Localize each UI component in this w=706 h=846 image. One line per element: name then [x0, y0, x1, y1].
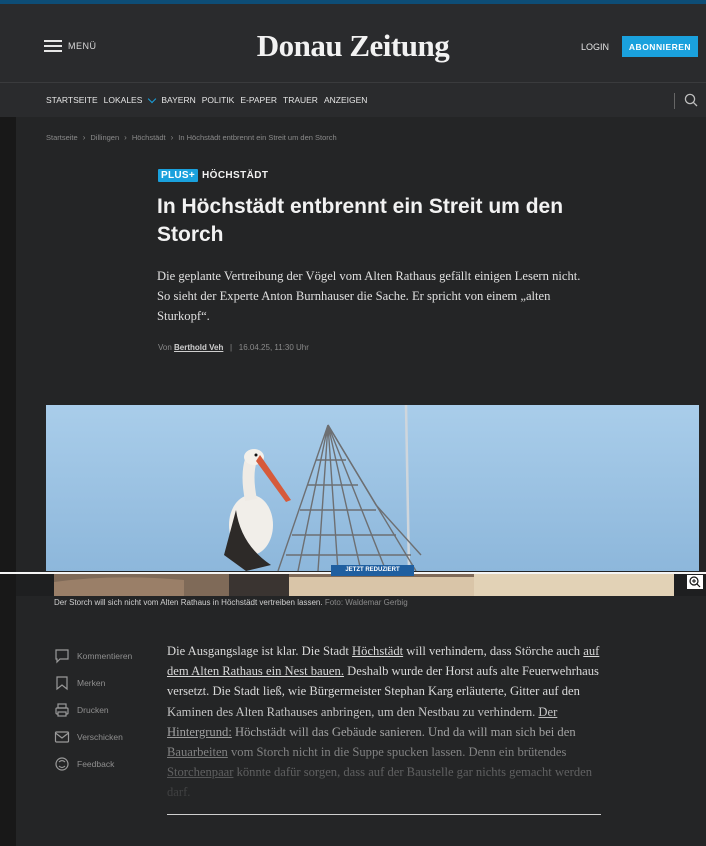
- link-storchenpaar[interactable]: Storchenpaar: [167, 765, 233, 779]
- login-link[interactable]: LOGIN: [581, 42, 609, 52]
- publish-date: 16.04.25, 11:30 Uhr: [238, 343, 309, 352]
- nav-item-politik[interactable]: POLITIK: [202, 95, 235, 105]
- breadcrumb-current: In Höchstädt entbrennt ein Streit um den…: [178, 133, 337, 142]
- article-lead: Die geplante Vertreibung der Vögel vom A…: [157, 269, 581, 323]
- zoom-in-icon[interactable]: [687, 575, 703, 589]
- hero-image[interactable]: [46, 405, 699, 571]
- comment-icon: [55, 648, 69, 663]
- print-icon: [55, 702, 69, 717]
- chevron-right-icon: ›: [170, 133, 174, 142]
- byline-prefix: Von: [158, 343, 172, 352]
- comment-button[interactable]: Kommentieren: [54, 646, 132, 665]
- promo-label[interactable]: JETZT REDUZIERT: [331, 565, 414, 576]
- action-label: Verschicken: [77, 731, 123, 742]
- bookmark-icon: [56, 675, 68, 690]
- nav-item-trauer[interactable]: TRAUER: [283, 95, 318, 105]
- caption-text: Der Storch will sich nicht vom Alten Rat…: [54, 598, 323, 607]
- nav-divider: [674, 93, 675, 109]
- subscribe-button[interactable]: ABONNIEREN: [622, 36, 698, 57]
- author-link[interactable]: Berthold Veh: [174, 343, 223, 352]
- feedback-icon: [55, 756, 69, 771]
- action-label: Kommentieren: [77, 650, 133, 661]
- bookmark-button[interactable]: Merken: [54, 673, 132, 692]
- search-icon[interactable]: [684, 93, 698, 107]
- mail-icon: [54, 730, 70, 743]
- kicker-text: HÖCHSTÄDT: [202, 170, 269, 181]
- action-label: Merken: [77, 677, 106, 688]
- body-text: Die Ausgangslage ist klar. Die Stadt: [167, 644, 353, 658]
- photo-credit: Foto: Waldemar Gerbig: [324, 598, 408, 607]
- nav-item-anzeigen[interactable]: ANZEIGEN: [324, 95, 367, 105]
- rooftop-photo: [54, 574, 674, 596]
- print-button[interactable]: Drucken: [54, 700, 132, 719]
- breadcrumb: Startseite › Dillingen › Höchstädt › In …: [46, 133, 337, 142]
- nav-item-startseite[interactable]: STARTSEITE: [46, 95, 98, 105]
- breadcrumb-item[interactable]: Dillingen: [90, 133, 119, 142]
- site-header: MENÜ Donau Zeitung LOGIN ABONNIEREN: [0, 0, 706, 82]
- chevron-right-icon: ›: [82, 133, 86, 142]
- page-gutter: [0, 596, 16, 846]
- nav-item-lokales[interactable]: LOKALES: [103, 94, 157, 105]
- nav-item-bayern[interactable]: BAYERN: [161, 95, 195, 105]
- action-label: Feedback: [77, 758, 115, 769]
- article-kicker: PLUS+ HÖCHSTÄDT: [158, 169, 268, 182]
- action-label: Drucken: [77, 704, 109, 715]
- share-mail-button[interactable]: Verschicken: [54, 727, 132, 746]
- byline: Von Berthold Veh | 16.04.25, 11:30 Uhr: [158, 343, 309, 352]
- article-actions: Kommentieren Merken Drucken Verschicken …: [54, 646, 132, 773]
- nav-item-label: LOKALES: [103, 95, 143, 105]
- nav-item-epaper[interactable]: E-PAPER: [240, 95, 277, 105]
- image-caption: Der Storch will sich nicht vom Alten Rat…: [54, 598, 408, 607]
- breadcrumb-item[interactable]: Startseite: [46, 133, 78, 142]
- hero-image-bottom: [54, 574, 674, 596]
- byline-separator: |: [230, 343, 233, 352]
- main-nav: STARTSEITE LOKALES BAYERN POLITIK E-PAPE…: [0, 82, 706, 117]
- link-bauarbeiten[interactable]: Bauarbeiten: [167, 745, 228, 759]
- breadcrumb-item[interactable]: Höchstädt: [132, 133, 166, 142]
- body-text: vom Storch nicht in die Suppe spucken la…: [227, 745, 567, 760]
- plus-badge: PLUS+: [158, 169, 199, 182]
- stork-photo: [46, 405, 699, 571]
- body-text: will verhindern, dass Störche auch: [403, 644, 584, 658]
- divider: [167, 814, 601, 815]
- chevron-right-icon: ›: [124, 133, 127, 142]
- link-hoechstaedt[interactable]: Höchstädt: [352, 644, 403, 658]
- feedback-button[interactable]: Feedback: [54, 754, 132, 773]
- chevron-down-icon: [148, 94, 157, 103]
- article-body: Die Ausgangslage ist klar. Die Stadt Höc…: [167, 641, 612, 803]
- body-text: Höchstädt will das Gebäude sanieren. Und…: [231, 724, 576, 739]
- article-headline: In Höchstädt entbrennt ein Streit um den…: [157, 195, 564, 246]
